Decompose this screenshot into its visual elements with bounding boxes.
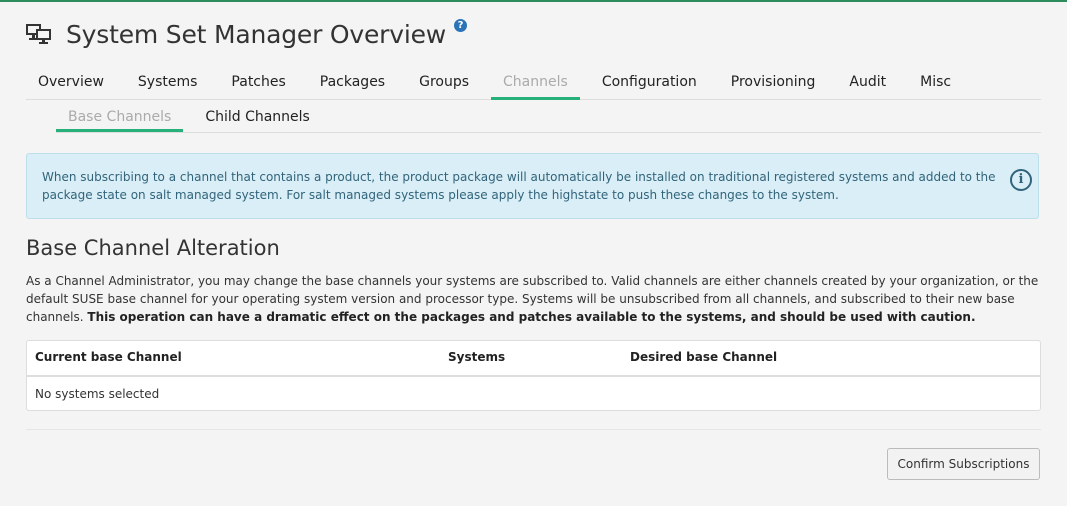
tab-groups[interactable]: Groups bbox=[407, 68, 481, 100]
divider bbox=[26, 429, 1041, 430]
header-systems[interactable]: Systems bbox=[448, 350, 505, 364]
header-desired-base-channel[interactable]: Desired base Channel bbox=[630, 350, 777, 364]
alert-text: When subscribing to a channel that conta… bbox=[42, 170, 996, 202]
top-accent-border bbox=[0, 0, 1067, 2]
tab-packages[interactable]: Packages bbox=[308, 68, 397, 100]
info-alert: When subscribing to a channel that conta… bbox=[26, 153, 1039, 219]
caution-text: This operation can have a dramatic effec… bbox=[87, 310, 976, 324]
sub-tabs: Base Channels Child Channels bbox=[56, 105, 1041, 133]
subtab-base-channels[interactable]: Base Channels bbox=[56, 105, 184, 132]
section-title: Base Channel Alteration bbox=[26, 236, 280, 260]
tab-provisioning[interactable]: Provisioning bbox=[719, 68, 828, 100]
tab-overview[interactable]: Overview bbox=[26, 68, 116, 100]
confirm-subscriptions-button[interactable]: Confirm Subscriptions bbox=[887, 448, 1040, 480]
tab-systems[interactable]: Systems bbox=[126, 68, 210, 100]
info-icon: i bbox=[1010, 169, 1032, 191]
page-header: System Set Manager Overview ? bbox=[26, 16, 468, 52]
tab-audit[interactable]: Audit bbox=[837, 68, 898, 100]
systems-icon bbox=[26, 24, 51, 44]
empty-message: No systems selected bbox=[35, 387, 160, 401]
table-row: No systems selected bbox=[27, 377, 1040, 410]
main-tabs: Overview Systems Patches Packages Groups… bbox=[26, 68, 1041, 100]
tab-configuration[interactable]: Configuration bbox=[590, 68, 709, 100]
section-description: As a Channel Administrator, you may chan… bbox=[26, 272, 1046, 326]
table-header: Current base Channel Systems Desired bas… bbox=[27, 341, 1040, 377]
channel-table: Current base Channel Systems Desired bas… bbox=[26, 340, 1041, 411]
subtab-child-channels[interactable]: Child Channels bbox=[193, 105, 322, 132]
header-current-base-channel[interactable]: Current base Channel bbox=[35, 350, 182, 364]
help-icon[interactable]: ? bbox=[454, 18, 468, 32]
tab-misc[interactable]: Misc bbox=[908, 68, 963, 100]
tab-channels[interactable]: Channels bbox=[491, 68, 580, 100]
page-title: System Set Manager Overview bbox=[66, 19, 447, 49]
tab-patches[interactable]: Patches bbox=[219, 68, 297, 100]
